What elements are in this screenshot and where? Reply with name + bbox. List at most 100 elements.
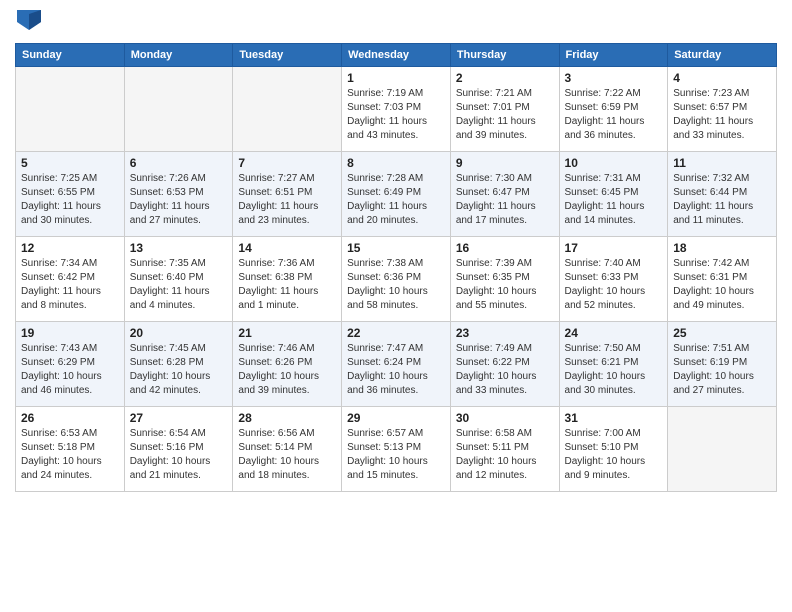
day-info: Sunrise: 7:46 AMSunset: 6:26 PMDaylight:… — [238, 342, 336, 398]
day-header-wednesday: Wednesday — [342, 44, 451, 67]
day-info: Sunrise: 7:49 AMSunset: 6:22 PMDaylight:… — [456, 342, 554, 398]
day-info: Sunrise: 6:56 AMSunset: 5:14 PMDaylight:… — [238, 427, 336, 483]
logo — [15, 10, 41, 35]
day-number: 6 — [130, 156, 228, 170]
day-info: Sunrise: 7:42 AMSunset: 6:31 PMDaylight:… — [673, 257, 771, 313]
calendar-day — [16, 67, 125, 152]
day-number: 28 — [238, 411, 336, 425]
day-number: 4 — [673, 71, 771, 85]
day-header-saturday: Saturday — [668, 44, 777, 67]
day-info: Sunrise: 7:28 AMSunset: 6:49 PMDaylight:… — [347, 172, 445, 228]
day-info: Sunrise: 6:53 AMSunset: 5:18 PMDaylight:… — [21, 427, 119, 483]
day-number: 17 — [565, 241, 663, 255]
day-number: 12 — [21, 241, 119, 255]
calendar-day — [233, 67, 342, 152]
day-info: Sunrise: 7:23 AMSunset: 6:57 PMDaylight:… — [673, 87, 771, 143]
day-number: 27 — [130, 411, 228, 425]
day-info: Sunrise: 7:47 AMSunset: 6:24 PMDaylight:… — [347, 342, 445, 398]
calendar-day: 22 Sunrise: 7:47 AMSunset: 6:24 PMDayligh… — [342, 322, 451, 407]
calendar-day: 11Sunrise: 7:32 AMSunset: 6:44 PMDayligh… — [668, 152, 777, 237]
day-number: 13 — [130, 241, 228, 255]
day-number: 22 — [347, 326, 445, 340]
calendar-day — [668, 407, 777, 492]
calendar-day: 12Sunrise: 7:34 AMSunset: 6:42 PMDayligh… — [16, 237, 125, 322]
calendar-day: 17 Sunrise: 7:40 AMSunset: 6:33 PMDayligh… — [559, 237, 668, 322]
day-header-monday: Monday — [124, 44, 233, 67]
day-number: 23 — [456, 326, 554, 340]
calendar-day: 26 Sunrise: 6:53 AMSunset: 5:18 PMDayligh… — [16, 407, 125, 492]
day-number: 7 — [238, 156, 336, 170]
day-info: Sunrise: 7:19 AMSunset: 7:03 PMDaylight:… — [347, 87, 445, 143]
day-info: Sunrise: 7:39 AMSunset: 6:35 PMDaylight:… — [456, 257, 554, 313]
calendar-day: 9 Sunrise: 7:30 AMSunset: 6:47 PMDaylight… — [450, 152, 559, 237]
day-info: Sunrise: 7:51 AMSunset: 6:19 PMDaylight:… — [673, 342, 771, 398]
calendar-week-1: 1 Sunrise: 7:19 AMSunset: 7:03 PMDaylight… — [16, 67, 777, 152]
day-number: 20 — [130, 326, 228, 340]
day-info: Sunrise: 7:36 AMSunset: 6:38 PMDaylight:… — [238, 257, 336, 313]
calendar-day: 31 Sunrise: 7:00 AMSunset: 5:10 PMDayligh… — [559, 407, 668, 492]
logo-text — [15, 10, 41, 35]
day-number: 25 — [673, 326, 771, 340]
calendar-week-4: 19 Sunrise: 7:43 AMSunset: 6:29 PMDayligh… — [16, 322, 777, 407]
day-number: 1 — [347, 71, 445, 85]
day-number: 9 — [456, 156, 554, 170]
calendar-day — [124, 67, 233, 152]
calendar-day: 4 Sunrise: 7:23 AMSunset: 6:57 PMDaylight… — [668, 67, 777, 152]
logo-icon — [17, 10, 41, 30]
day-number: 8 — [347, 156, 445, 170]
calendar-day: 5Sunrise: 7:25 AMSunset: 6:55 PMDaylight… — [16, 152, 125, 237]
calendar-table: SundayMondayTuesdayWednesdayThursdayFrid… — [15, 43, 777, 492]
day-number: 21 — [238, 326, 336, 340]
day-info: Sunrise: 7:50 AMSunset: 6:21 PMDaylight:… — [565, 342, 663, 398]
day-info: Sunrise: 7:32 AMSunset: 6:44 PMDaylight:… — [673, 172, 771, 228]
day-number: 3 — [565, 71, 663, 85]
day-number: 19 — [21, 326, 119, 340]
calendar-day: 27 Sunrise: 6:54 AMSunset: 5:16 PMDayligh… — [124, 407, 233, 492]
calendar-day: 29 Sunrise: 6:57 AMSunset: 5:13 PMDayligh… — [342, 407, 451, 492]
main-container: SundayMondayTuesdayWednesdayThursdayFrid… — [0, 0, 792, 502]
calendar-day: 1 Sunrise: 7:19 AMSunset: 7:03 PMDaylight… — [342, 67, 451, 152]
calendar-day: 21 Sunrise: 7:46 AMSunset: 6:26 PMDayligh… — [233, 322, 342, 407]
day-number: 10 — [565, 156, 663, 170]
day-info: Sunrise: 7:22 AMSunset: 6:59 PMDaylight:… — [565, 87, 663, 143]
calendar-header-row: SundayMondayTuesdayWednesdayThursdayFrid… — [16, 44, 777, 67]
day-number: 29 — [347, 411, 445, 425]
day-info: Sunrise: 6:57 AMSunset: 5:13 PMDaylight:… — [347, 427, 445, 483]
day-number: 26 — [21, 411, 119, 425]
calendar-day: 16Sunrise: 7:39 AMSunset: 6:35 PMDayligh… — [450, 237, 559, 322]
calendar-day: 6Sunrise: 7:26 AMSunset: 6:53 PMDaylight… — [124, 152, 233, 237]
day-info: Sunrise: 7:27 AMSunset: 6:51 PMDaylight:… — [238, 172, 336, 228]
calendar-day: 3 Sunrise: 7:22 AMSunset: 6:59 PMDaylight… — [559, 67, 668, 152]
calendar-day: 25 Sunrise: 7:51 AMSunset: 6:19 PMDayligh… — [668, 322, 777, 407]
day-header-friday: Friday — [559, 44, 668, 67]
day-number: 15 — [347, 241, 445, 255]
day-info: Sunrise: 7:00 AMSunset: 5:10 PMDaylight:… — [565, 427, 663, 483]
day-info: Sunrise: 7:30 AMSunset: 6:47 PMDaylight:… — [456, 172, 554, 228]
calendar-day: 30 Sunrise: 6:58 AMSunset: 5:11 PMDayligh… — [450, 407, 559, 492]
calendar-week-5: 26 Sunrise: 6:53 AMSunset: 5:18 PMDayligh… — [16, 407, 777, 492]
calendar-day: 18Sunrise: 7:42 AMSunset: 6:31 PMDayligh… — [668, 237, 777, 322]
calendar-day: 19 Sunrise: 7:43 AMSunset: 6:29 PMDayligh… — [16, 322, 125, 407]
day-info: Sunrise: 7:40 AMSunset: 6:33 PMDaylight:… — [565, 257, 663, 313]
calendar-day: 14 Sunrise: 7:36 AMSunset: 6:38 PMDayligh… — [233, 237, 342, 322]
day-number: 30 — [456, 411, 554, 425]
calendar-day: 7 Sunrise: 7:27 AMSunset: 6:51 PMDaylight… — [233, 152, 342, 237]
day-info: Sunrise: 7:35 AMSunset: 6:40 PMDaylight:… — [130, 257, 228, 313]
day-number: 31 — [565, 411, 663, 425]
calendar-day: 28 Sunrise: 6:56 AMSunset: 5:14 PMDayligh… — [233, 407, 342, 492]
calendar-day: 23 Sunrise: 7:49 AMSunset: 6:22 PMDayligh… — [450, 322, 559, 407]
day-info: Sunrise: 7:31 AMSunset: 6:45 PMDaylight:… — [565, 172, 663, 228]
day-info: Sunrise: 7:21 AMSunset: 7:01 PMDaylight:… — [456, 87, 554, 143]
day-number: 14 — [238, 241, 336, 255]
day-number: 2 — [456, 71, 554, 85]
header — [15, 10, 777, 35]
calendar-week-2: 5Sunrise: 7:25 AMSunset: 6:55 PMDaylight… — [16, 152, 777, 237]
calendar-day: 8 Sunrise: 7:28 AMSunset: 6:49 PMDaylight… — [342, 152, 451, 237]
calendar-day: 13 Sunrise: 7:35 AMSunset: 6:40 PMDayligh… — [124, 237, 233, 322]
calendar-day: 24Sunrise: 7:50 AMSunset: 6:21 PMDayligh… — [559, 322, 668, 407]
day-info: Sunrise: 6:54 AMSunset: 5:16 PMDaylight:… — [130, 427, 228, 483]
day-info: Sunrise: 6:58 AMSunset: 5:11 PMDaylight:… — [456, 427, 554, 483]
day-info: Sunrise: 7:43 AMSunset: 6:29 PMDaylight:… — [21, 342, 119, 398]
day-info: Sunrise: 7:45 AMSunset: 6:28 PMDaylight:… — [130, 342, 228, 398]
day-header-sunday: Sunday — [16, 44, 125, 67]
